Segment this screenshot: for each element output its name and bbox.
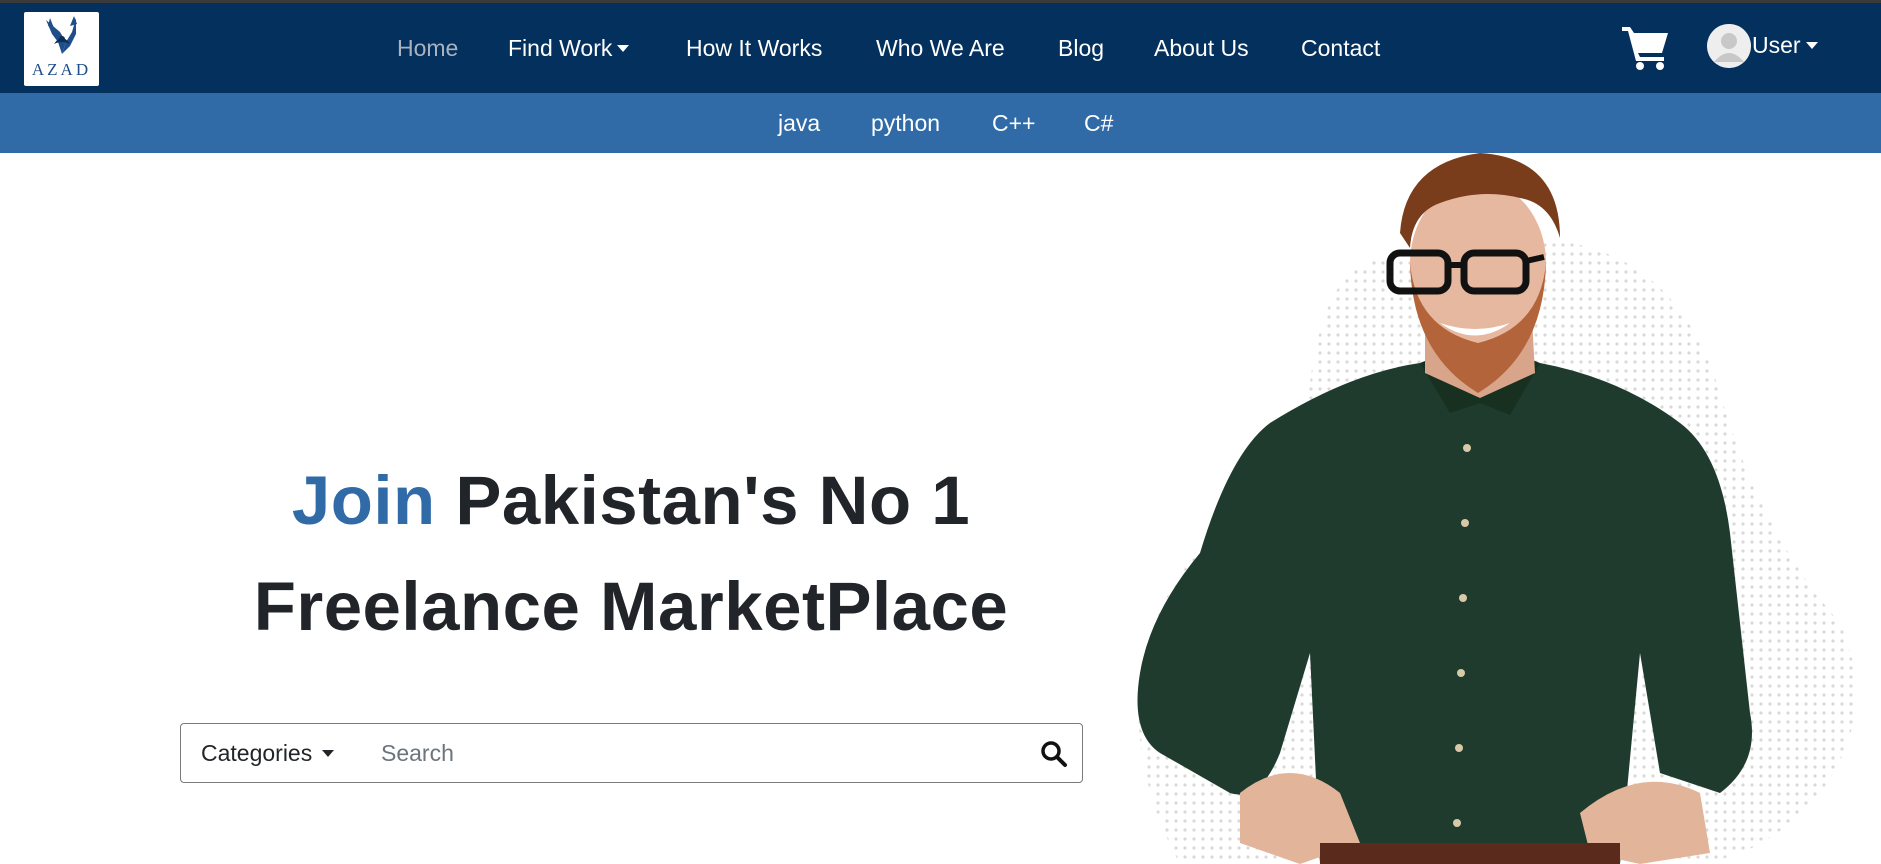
hero-person-image bbox=[1120, 153, 1881, 864]
categories-dropdown[interactable]: Categories bbox=[201, 740, 335, 767]
main-navbar: AZAD Home Find Work How It Works Who We … bbox=[0, 3, 1881, 93]
nav-home[interactable]: Home bbox=[397, 35, 458, 62]
subnav-cpp[interactable]: C++ bbox=[992, 110, 1035, 137]
nav-who-we-are[interactable]: Who We Are bbox=[876, 35, 1005, 62]
default-user-icon bbox=[1707, 24, 1751, 68]
hero-title-line1: Join Pakistan's No 1 bbox=[0, 448, 1262, 554]
user-menu[interactable]: User bbox=[1752, 32, 1818, 59]
nav-contact[interactable]: Contact bbox=[1301, 35, 1380, 62]
shopping-cart-icon[interactable] bbox=[1620, 23, 1672, 71]
search-bar: Categories bbox=[180, 723, 1083, 783]
magnifier-icon[interactable] bbox=[1039, 739, 1069, 769]
user-avatar[interactable] bbox=[1707, 24, 1751, 68]
subnav-java[interactable]: java bbox=[778, 110, 820, 137]
hero-title-rest: Pakistan's No 1 bbox=[455, 462, 971, 539]
language-subnav: java python C++ C# bbox=[0, 93, 1881, 153]
nav-blog[interactable]: Blog bbox=[1058, 35, 1104, 62]
nav-find-work-label: Find Work bbox=[508, 35, 613, 61]
search-input[interactable] bbox=[381, 732, 1001, 774]
subnav-csharp[interactable]: C# bbox=[1084, 110, 1113, 137]
chevron-down-icon bbox=[1805, 41, 1818, 49]
nav-about-us[interactable]: About Us bbox=[1154, 35, 1249, 62]
subnav-python[interactable]: python bbox=[871, 110, 940, 137]
hero-title-line2: Freelance MarketPlace bbox=[253, 568, 1009, 645]
chevron-down-icon bbox=[322, 749, 335, 757]
hero-title-accent: Join bbox=[291, 462, 436, 539]
chevron-down-icon bbox=[617, 44, 630, 52]
nav-how-it-works[interactable]: How It Works bbox=[686, 35, 822, 62]
user-menu-label: User bbox=[1752, 32, 1801, 58]
hero-title: Join Pakistan's No 1 Freelance MarketPla… bbox=[0, 448, 1262, 660]
nav-find-work[interactable]: Find Work bbox=[508, 35, 630, 62]
categories-label: Categories bbox=[201, 740, 313, 766]
